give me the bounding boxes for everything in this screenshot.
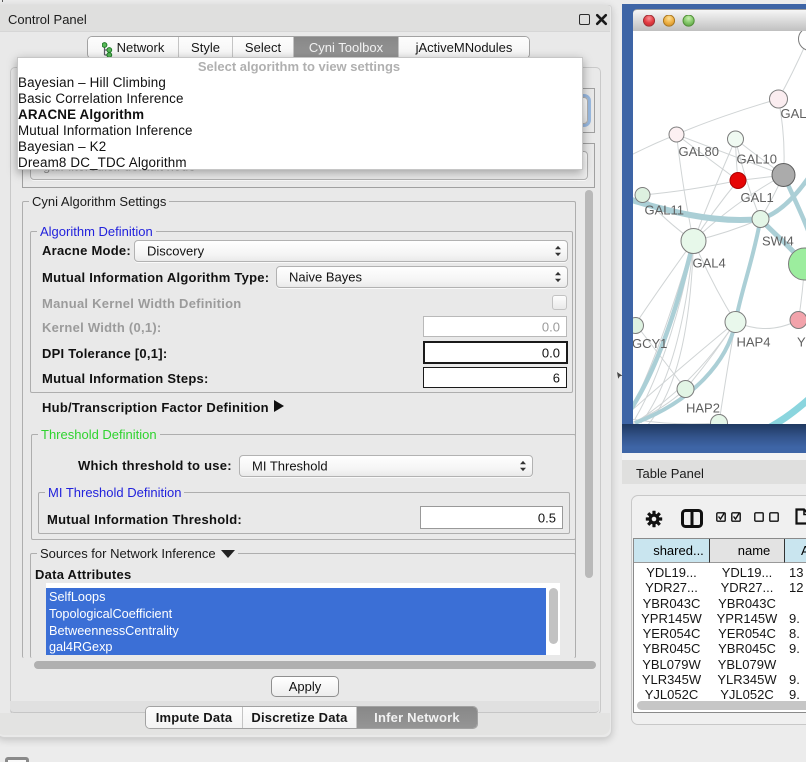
svg-text:SWI4: SWI4 [762,234,794,249]
svg-text:GAL: GAL [781,106,806,121]
svg-text:GAL11: GAL11 [645,203,685,218]
svg-text:GAL1: GAL1 [741,190,774,205]
svg-text:GCY1: GCY1 [633,336,667,351]
svg-text:GAL10: GAL10 [737,152,777,167]
svg-text:HAP4: HAP4 [737,335,771,350]
svg-text:HAP2: HAP2 [686,401,720,416]
svg-text:Y: Y [797,335,806,350]
svg-text:GAL4: GAL4 [693,256,726,271]
svg-text:GAL80: GAL80 [679,144,719,159]
